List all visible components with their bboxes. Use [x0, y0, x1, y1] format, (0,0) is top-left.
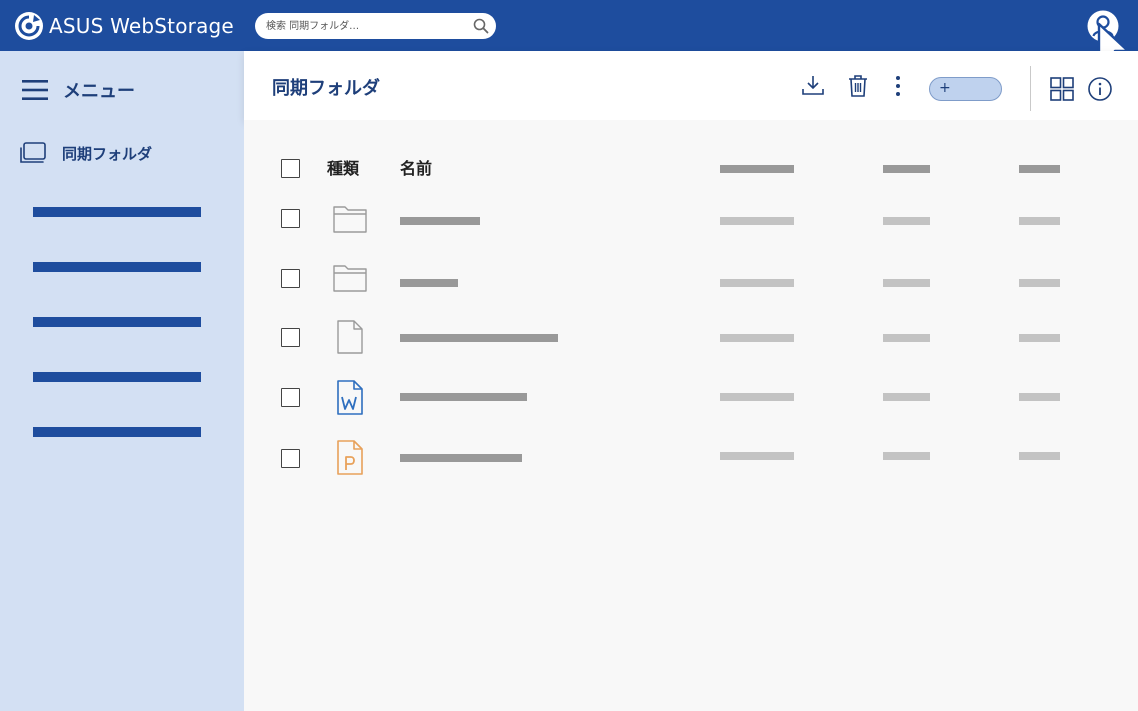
- sidebar-item-placeholder[interactable]: [33, 262, 201, 272]
- powerpoint-document-icon: [337, 440, 363, 475]
- logo[interactable]: ASUS WebStorage: [14, 11, 234, 41]
- column-header-placeholder[interactable]: [883, 165, 930, 173]
- file-name-placeholder: [400, 454, 522, 462]
- search-input[interactable]: [266, 13, 466, 39]
- search-icon[interactable]: [473, 18, 489, 34]
- column-header-type[interactable]: 種類: [327, 155, 359, 179]
- column-header-placeholder[interactable]: [1019, 165, 1060, 173]
- row-checkbox[interactable]: [281, 388, 300, 407]
- download-icon[interactable]: [800, 73, 826, 99]
- word-document-icon: [337, 380, 363, 415]
- file-name-placeholder: [400, 334, 558, 342]
- file-name-placeholder: [400, 279, 458, 287]
- select-all-checkbox[interactable]: [281, 159, 300, 178]
- cell-placeholder: [1019, 217, 1060, 225]
- sidebar-item-placeholder[interactable]: [33, 207, 201, 217]
- menu-label: メニュー: [63, 81, 135, 102]
- cell-placeholder: [883, 452, 930, 460]
- cell-placeholder: [720, 393, 794, 401]
- folder-icon: [333, 206, 367, 233]
- cell-placeholder: [1019, 334, 1060, 342]
- search-box: [255, 13, 496, 39]
- sidebar-item-placeholder[interactable]: [33, 317, 201, 327]
- add-button[interactable]: +: [929, 77, 1002, 101]
- row-checkbox[interactable]: [281, 449, 300, 468]
- cell-placeholder: [883, 334, 930, 342]
- document-icon: [337, 320, 363, 354]
- cell-placeholder: [1019, 393, 1060, 401]
- cell-placeholder: [883, 217, 930, 225]
- cell-placeholder: [1019, 279, 1060, 287]
- row-checkbox[interactable]: [281, 328, 300, 347]
- file-name-placeholder: [400, 217, 480, 225]
- row-checkbox[interactable]: [281, 209, 300, 228]
- cell-placeholder: [883, 279, 930, 287]
- column-header-name[interactable]: 名前: [400, 155, 432, 179]
- sidebar-item-label: 同期フォルダ: [62, 144, 153, 163]
- cell-placeholder: [720, 452, 794, 460]
- cell-placeholder: [883, 393, 930, 401]
- file-name-placeholder: [400, 393, 527, 401]
- cell-placeholder: [1019, 452, 1060, 460]
- sidebar: メニュー 同期フォルダ: [0, 51, 244, 711]
- user-icon[interactable]: [1086, 9, 1120, 43]
- row-checkbox[interactable]: [281, 269, 300, 288]
- cell-placeholder: [720, 334, 794, 342]
- asus-webstorage-logo-icon: [15, 12, 43, 40]
- cell-placeholder: [720, 217, 794, 225]
- more-vertical-icon[interactable]: [885, 73, 911, 99]
- toolbar-divider: [1030, 66, 1031, 111]
- menu-toggle[interactable]: メニュー: [22, 77, 135, 103]
- toolbar: 同期フォルダ +: [244, 51, 1138, 120]
- sync-folder-icon: [20, 142, 46, 163]
- file-table: 種類 名前: [244, 120, 1138, 711]
- hamburger-menu-icon: [22, 80, 48, 100]
- sidebar-item-placeholder[interactable]: [33, 372, 201, 382]
- sidebar-item-sync-folder[interactable]: 同期フォルダ: [19, 141, 152, 165]
- column-header-placeholder[interactable]: [720, 165, 794, 173]
- trash-icon[interactable]: [845, 73, 871, 99]
- info-icon[interactable]: [1087, 76, 1113, 102]
- grid-view-icon[interactable]: [1049, 76, 1075, 102]
- sidebar-item-placeholder[interactable]: [33, 427, 201, 437]
- top-bar: ASUS WebStorage: [0, 0, 1138, 51]
- brand-name: ASUS WebStorage: [49, 14, 234, 38]
- folder-icon: [333, 265, 367, 292]
- page-title: 同期フォルダ: [272, 78, 380, 99]
- cell-placeholder: [720, 279, 794, 287]
